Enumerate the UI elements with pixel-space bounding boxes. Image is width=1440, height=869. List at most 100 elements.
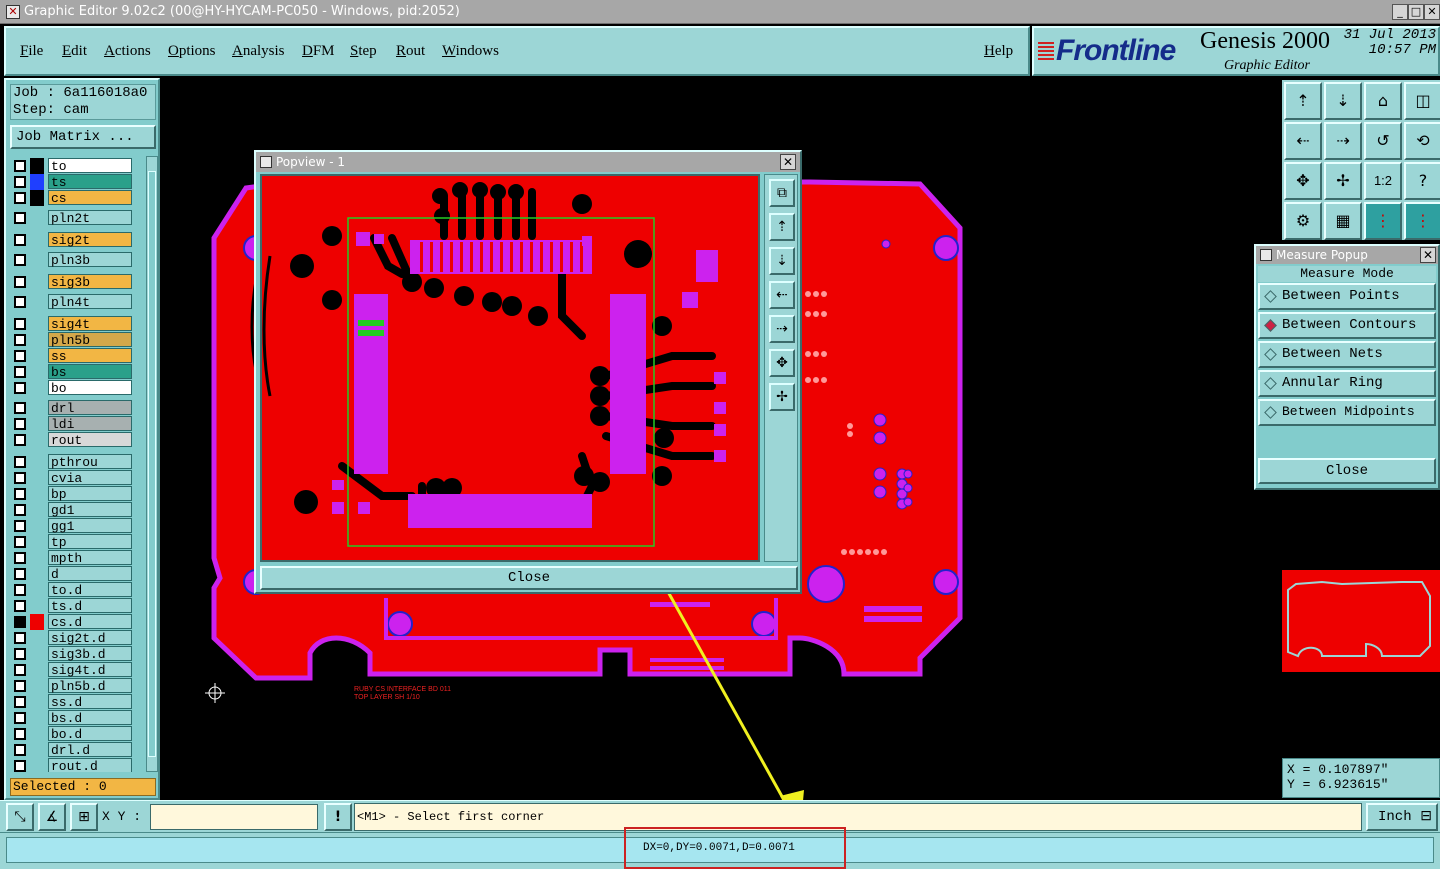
layer-name[interactable]: bo.d (48, 726, 132, 742)
layer-color-swatch[interactable] (30, 534, 44, 550)
layer-row-pthrou[interactable]: pthrou (10, 454, 146, 470)
layer-checkbox[interactable] (14, 616, 26, 628)
layer-checkbox[interactable] (14, 536, 26, 548)
layer-name[interactable]: to (48, 158, 132, 174)
layer-row-pln4t[interactable]: pln4t (10, 294, 146, 310)
layer-row-sig3b[interactable]: sig3b (10, 274, 146, 290)
layer-name[interactable]: cs (48, 190, 132, 206)
layer-checkbox[interactable] (14, 680, 26, 692)
layer-row-sig2t[interactable]: sig2t (10, 232, 146, 248)
layer-name[interactable]: ss.d (48, 694, 132, 710)
layer-name[interactable]: bp (48, 486, 132, 502)
layer-name[interactable]: sig2t (48, 232, 132, 248)
layer-row-pln5b[interactable]: pln5b (10, 332, 146, 348)
layer-row-tp[interactable]: tp (10, 534, 146, 550)
layer-name[interactable]: drl (48, 400, 132, 416)
alert-icon[interactable]: ! (324, 803, 352, 831)
layer-checkbox[interactable] (14, 434, 26, 446)
layer-name[interactable]: bo (48, 380, 132, 396)
layer-name[interactable]: sig3b.d (48, 646, 132, 662)
layer-name[interactable]: ldi (48, 416, 132, 432)
layer-row-bo-d[interactable]: bo.d (10, 726, 146, 742)
menu-dfm[interactable]: DFM (302, 43, 335, 60)
mode-between-nets[interactable]: Between Nets (1258, 341, 1436, 368)
layer-row-drl-d[interactable]: drl.d (10, 742, 146, 758)
layer-row-ts[interactable]: ts (10, 174, 146, 190)
help-icon[interactable]: ? (1404, 162, 1440, 200)
layer-name[interactable]: sig2t.d (48, 630, 132, 646)
layer-color-swatch[interactable] (30, 646, 44, 662)
layer-row-bs[interactable]: bs (10, 364, 146, 380)
layer-color-swatch[interactable] (30, 380, 44, 396)
popview-close-icon[interactable]: ✕ (780, 154, 796, 170)
layer-row-to-d[interactable]: to.d (10, 582, 146, 598)
layer-name[interactable]: pln5b (48, 332, 132, 348)
layer-name[interactable]: tp (48, 534, 132, 550)
layer-name[interactable]: pthrou (48, 454, 132, 470)
layer-row-bp[interactable]: bp (10, 486, 146, 502)
home-icon[interactable]: ⌂ (1364, 82, 1402, 120)
layer-name[interactable]: gd1 (48, 502, 132, 518)
layer-checkbox[interactable] (14, 648, 26, 660)
measure-close-icon[interactable]: ✕ (1420, 247, 1436, 263)
layer-checkbox[interactable] (14, 366, 26, 378)
layer-checkbox[interactable] (14, 744, 26, 756)
layer-name[interactable]: sig4t (48, 316, 132, 332)
popview-canvas[interactable] (260, 174, 760, 562)
layer-color-swatch[interactable] (30, 566, 44, 582)
layer-row-gg1[interactable]: gg1 (10, 518, 146, 534)
layer-color-swatch[interactable] (30, 274, 44, 290)
layer-row-mpth[interactable]: mpth (10, 550, 146, 566)
mode-between-points[interactable]: Between Points (1258, 283, 1436, 310)
menu-actions[interactable]: Actions (104, 43, 151, 60)
layer-checkbox[interactable] (14, 504, 26, 516)
layer-checkbox[interactable] (14, 254, 26, 266)
layer-row-bs-d[interactable]: bs.d (10, 710, 146, 726)
measure-contours-icon[interactable]: ⋮ (1404, 202, 1440, 240)
pan-up-icon[interactable]: ⇡ (1284, 82, 1322, 120)
layer-color-swatch[interactable] (30, 190, 44, 206)
layer-row-ss[interactable]: ss (10, 348, 146, 364)
menu-rout[interactable]: Rout (396, 43, 425, 60)
layer-color-swatch[interactable] (30, 232, 44, 248)
mode-between-contours[interactable]: Between Contours (1258, 312, 1436, 339)
scroll-thumb[interactable] (148, 171, 156, 757)
zoom-fit-icon[interactable]: ✥ (1284, 162, 1322, 200)
layer-name[interactable]: bs.d (48, 710, 132, 726)
menu-analysis[interactable]: Analysis (232, 43, 285, 60)
layer-name[interactable]: to.d (48, 582, 132, 598)
xy-input[interactable] (150, 804, 318, 830)
layer-row-pln5b-d[interactable]: pln5b.d (10, 678, 146, 694)
layer-checkbox[interactable] (14, 350, 26, 362)
layer-scrollbar[interactable] (146, 156, 158, 772)
menu-help[interactable]: Help (984, 43, 1013, 60)
layer-checkbox[interactable] (14, 276, 26, 288)
layer-checkbox[interactable] (14, 418, 26, 430)
layer-checkbox[interactable] (14, 584, 26, 596)
pv-zoom-out-icon[interactable]: ✥ (769, 349, 795, 377)
layer-color-swatch[interactable] (30, 158, 44, 174)
grid-icon[interactable]: ▦ (1324, 202, 1362, 240)
layer-row-sig4t-d[interactable]: sig4t.d (10, 662, 146, 678)
layer-name[interactable]: cvia (48, 470, 132, 486)
layer-checkbox[interactable] (14, 472, 26, 484)
layer-checkbox[interactable] (14, 568, 26, 580)
layer-color-swatch[interactable] (30, 758, 44, 772)
layer-row-cs-d[interactable]: cs.d (10, 614, 146, 630)
layer-checkbox[interactable] (14, 632, 26, 644)
layer-checkbox[interactable] (14, 488, 26, 500)
layer-name[interactable]: ts (48, 174, 132, 190)
layer-name[interactable]: pln3b (48, 252, 132, 268)
pan-down-icon[interactable]: ⇣ (1324, 82, 1362, 120)
mode-annular-ring[interactable]: Annular Ring (1258, 370, 1436, 397)
layer-color-swatch[interactable] (30, 470, 44, 486)
layer-color-swatch[interactable] (30, 316, 44, 332)
layer-checkbox[interactable] (14, 402, 26, 414)
layer-color-swatch[interactable] (30, 550, 44, 566)
layer-color-swatch[interactable] (30, 432, 44, 448)
layer-checkbox[interactable] (14, 456, 26, 468)
layer-color-swatch[interactable] (30, 614, 44, 630)
layer-color-swatch[interactable] (30, 400, 44, 416)
layer-row-sig4t[interactable]: sig4t (10, 316, 146, 332)
layer-row-cs[interactable]: cs (10, 190, 146, 206)
